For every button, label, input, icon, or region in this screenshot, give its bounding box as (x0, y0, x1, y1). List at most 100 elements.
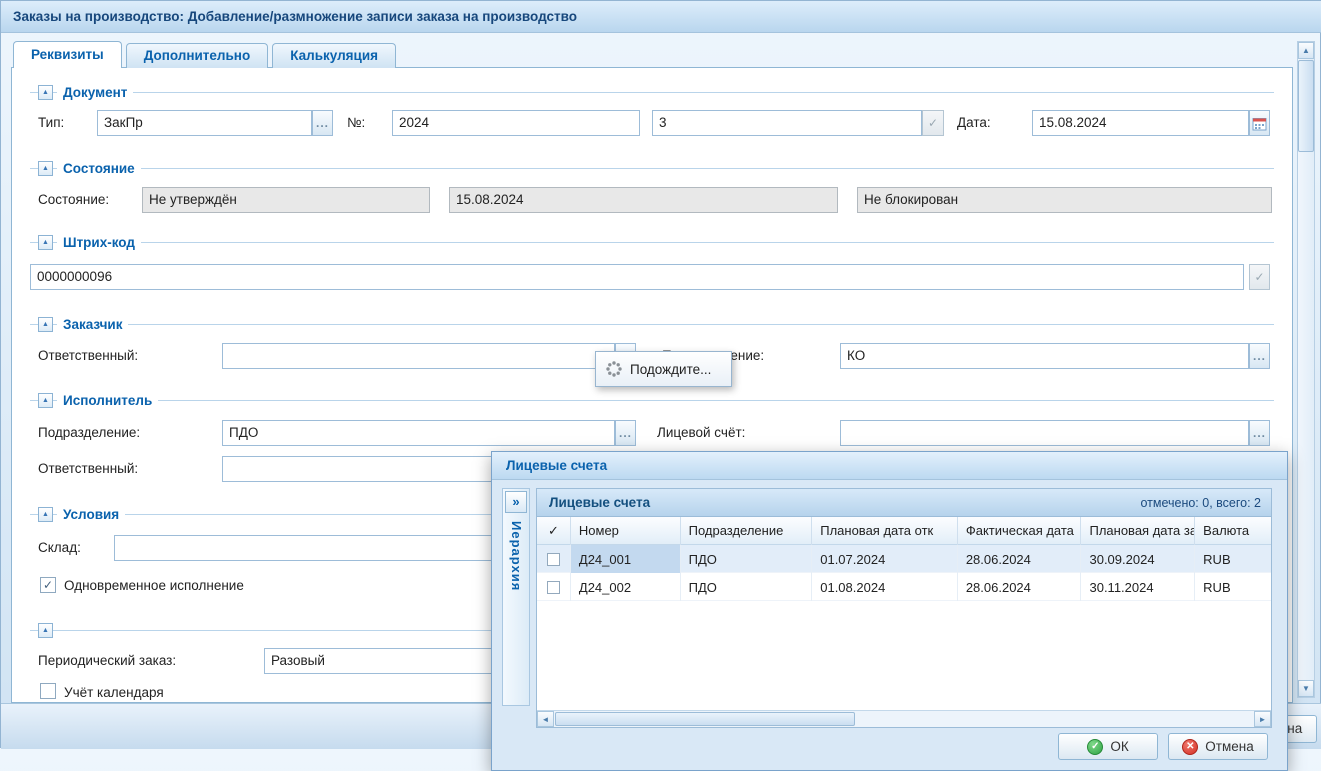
row-checkbox[interactable] (547, 581, 560, 594)
calendar-checkbox[interactable] (40, 683, 56, 699)
table-row[interactable]: Д24_001 ПДО 01.07.2024 28.06.2024 30.09.… (537, 545, 1271, 573)
collapse-document-button[interactable]: ▲ (38, 85, 53, 100)
cancel-icon: ✕ (1182, 739, 1198, 755)
type-label: Тип: (38, 110, 64, 136)
number-series-field[interactable]: 2024 (392, 110, 640, 136)
column-division[interactable]: Подразделение (681, 517, 813, 545)
executor-division-label: Подразделение: (38, 420, 140, 446)
group-title-barcode: Штрих-код (57, 234, 141, 251)
calendar-label: Учёт календаря (64, 684, 164, 701)
expand-hierarchy-button[interactable]: » (505, 491, 527, 513)
tab-dopolnitelno[interactable]: Дополнительно (126, 43, 269, 68)
ok-button-label: ОК (1110, 739, 1128, 754)
row-checkbox[interactable] (547, 553, 560, 566)
arrow-right-icon: ► (1259, 715, 1267, 724)
customer-responsible-field[interactable] (222, 343, 615, 369)
group-title-conditions: Условия (57, 506, 125, 523)
collapse-icon: ▲ (42, 397, 49, 404)
group-divider (30, 168, 1274, 169)
account-label: Лицевой счёт: (657, 420, 745, 446)
cell-fact-date[interactable]: 28.06.2024 (958, 545, 1082, 573)
number-check-button[interactable]: ✓ (922, 110, 944, 136)
accounts-panel: Лицевые счета отмечено: 0, всего: 2 ✓ Но… (536, 488, 1272, 728)
simultaneous-checkbox[interactable]: ✓ (40, 577, 56, 593)
state-label: Состояние: (38, 187, 109, 213)
dialog-title: Лицевые счета (492, 452, 1287, 480)
customer-division-picker-button[interactable]: ... (1249, 343, 1270, 369)
collapse-state-button[interactable]: ▲ (38, 161, 53, 176)
arrow-down-icon: ▼ (1302, 684, 1310, 693)
check-icon: ✓ (928, 116, 938, 130)
vertical-scrollbar[interactable]: ▲ ▼ (1297, 41, 1315, 698)
scrollbar-thumb[interactable] (555, 712, 855, 726)
column-fact-date[interactable]: Фактическая дата (958, 517, 1082, 545)
horizontal-scrollbar[interactable]: ◄ ► (537, 710, 1271, 727)
check-icon: ✓ (43, 578, 53, 592)
collapse-conditions-button[interactable]: ▲ (38, 507, 53, 522)
cell-division[interactable]: ПДО (681, 573, 813, 601)
group-divider (30, 92, 1274, 93)
executor-division-field[interactable]: ПДО (222, 420, 615, 446)
cell-plan-close[interactable]: 30.09.2024 (1081, 545, 1195, 573)
tab-kalkulyaciya[interactable]: Калькуляция (272, 43, 396, 68)
group-title-customer: Заказчик (57, 316, 128, 333)
periodic-order-label: Периодический заказ: (38, 648, 176, 674)
type-picker-button[interactable]: ... (312, 110, 333, 136)
customer-division-field[interactable]: КО (840, 343, 1249, 369)
table-header: ✓ Номер Подразделение Плановая дата отк … (537, 517, 1271, 545)
accounts-panel-header: Лицевые счета отмечено: 0, всего: 2 (537, 489, 1271, 517)
scroll-down-button[interactable]: ▼ (1298, 680, 1314, 697)
tab-bar: Реквизиты Дополнительно Калькуляция (13, 41, 400, 68)
check-icon: ✓ (1254, 270, 1264, 284)
type-field[interactable]: ЗакПр (97, 110, 312, 136)
column-number[interactable]: Номер (571, 517, 681, 545)
hierarchy-panel: » Иерархия (502, 488, 530, 706)
collapse-customer-button[interactable]: ▲ (38, 317, 53, 332)
number-field[interactable]: 3 (652, 110, 922, 136)
cell-plan-open[interactable]: 01.08.2024 (812, 573, 958, 601)
scrollbar-thumb[interactable] (1298, 60, 1314, 152)
simultaneous-label: Одновременное исполнение (64, 577, 244, 594)
cell-division[interactable]: ПДО (681, 545, 813, 573)
executor-division-picker-button[interactable]: ... (615, 420, 636, 446)
collapse-icon: ▲ (42, 511, 49, 518)
hierarchy-label: Иерархия (509, 521, 524, 591)
table-row[interactable]: Д24_002 ПДО 01.08.2024 28.06.2024 30.11.… (537, 573, 1271, 601)
collapse-icon: ▲ (42, 627, 49, 634)
spinner-icon (606, 361, 622, 377)
dialog-cancel-button[interactable]: ✕ Отмена (1168, 733, 1268, 760)
column-check[interactable]: ✓ (537, 517, 571, 545)
column-plan-open[interactable]: Плановая дата отк (812, 517, 958, 545)
barcode-field[interactable]: 0000000096 (30, 264, 1244, 290)
cell-currency[interactable]: RUB (1195, 573, 1271, 601)
date-picker-button[interactable] (1249, 110, 1270, 136)
tab-rekvizity[interactable]: Реквизиты (13, 41, 122, 68)
date-field[interactable]: 15.08.2024 (1032, 110, 1249, 136)
barcode-check-button[interactable]: ✓ (1249, 264, 1270, 290)
block-state-field: Не блокирован (857, 187, 1272, 213)
cell-fact-date[interactable]: 28.06.2024 (958, 573, 1082, 601)
cell-plan-close[interactable]: 30.11.2024 (1081, 573, 1195, 601)
scroll-left-button[interactable]: ◄ (537, 711, 554, 727)
cell-number[interactable]: Д24_001 (571, 545, 681, 573)
column-plan-close[interactable]: Плановая дата зак (1081, 517, 1195, 545)
group-title-executor: Исполнитель (57, 392, 158, 409)
cell-plan-open[interactable]: 01.07.2024 (812, 545, 958, 573)
dialog-ok-button[interactable]: ✓ ОК (1058, 733, 1158, 760)
cell-currency[interactable]: RUB (1195, 545, 1271, 573)
account-field[interactable] (840, 420, 1249, 446)
collapse-barcode-button[interactable]: ▲ (38, 235, 53, 250)
wait-popup: Подождите... (595, 351, 732, 387)
collapse-periodic-button[interactable]: ▲ (38, 623, 53, 638)
column-currency[interactable]: Валюта (1195, 517, 1271, 545)
executor-responsible-label: Ответственный: (38, 456, 138, 482)
account-picker-button[interactable]: ... (1249, 420, 1270, 446)
scroll-up-button[interactable]: ▲ (1298, 42, 1314, 59)
chevron-double-right-icon: » (512, 494, 519, 509)
cell-number[interactable]: Д24_002 (571, 573, 681, 601)
scroll-right-button[interactable]: ► (1254, 711, 1271, 727)
accounts-dialog: Лицевые счета » Иерархия Лицевые счета о… (491, 451, 1288, 771)
customer-responsible-label: Ответственный: (38, 343, 138, 369)
collapse-executor-button[interactable]: ▲ (38, 393, 53, 408)
panel-title: Лицевые счета (549, 495, 650, 510)
